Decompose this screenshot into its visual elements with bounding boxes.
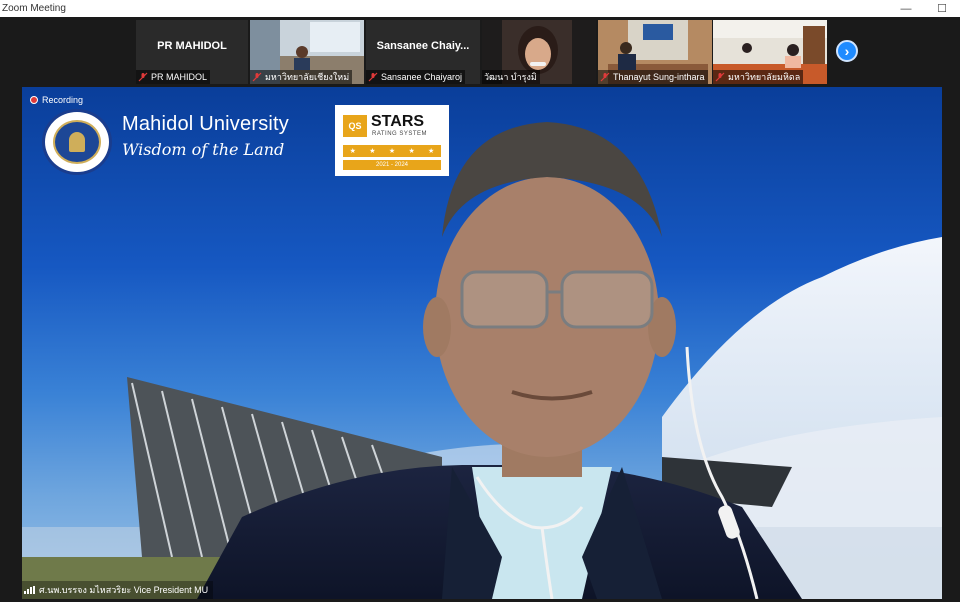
- signal-strength-icon: [24, 586, 35, 594]
- mic-muted-icon: [368, 72, 378, 82]
- university-motto: Wisdom of the Land: [122, 140, 285, 159]
- mic-muted-icon: [715, 72, 725, 82]
- participant-name-plate: PR MAHIDOL: [157, 40, 227, 52]
- star-icon: ★: [369, 148, 376, 155]
- university-name: Mahidol University: [122, 113, 289, 135]
- recording-indicator[interactable]: Recording: [30, 95, 83, 105]
- gallery-strip: PR MAHIDOL PR MAHIDOL มหาวิทยาลัยเชียงให…: [0, 17, 960, 85]
- star-icon: ★: [428, 148, 435, 155]
- virtual-background-branding: Mahidol University Wisdom of the Land: [42, 109, 289, 175]
- speaker-name-label: ศ.นพ.บรรจง มไหสวริยะ Vice President MU: [22, 581, 214, 599]
- participant-name-plate: Sansanee Chaiy...: [376, 40, 470, 52]
- recording-dot-icon: [30, 96, 38, 104]
- qs-title: STARS: [371, 113, 425, 130]
- participant-tile[interactable]: Sansanee Chaiy... Sansanee Chaiyaroj: [366, 20, 480, 84]
- participant-tile[interactable]: มหาวิทยาลัยมหิดล: [713, 20, 827, 84]
- star-icon: ★: [349, 148, 356, 155]
- qs-logo: QS: [343, 115, 367, 137]
- qs-years: 2021 - 2024: [343, 160, 441, 170]
- star-icon: ★: [388, 148, 396, 155]
- mic-muted-icon: [138, 72, 148, 82]
- window-titlebar: Zoom Meeting — ☐: [0, 0, 960, 17]
- participant-caption: PR MAHIDOL: [136, 70, 211, 84]
- window-title: Zoom Meeting: [2, 3, 66, 14]
- participant-tile[interactable]: PR MAHIDOL PR MAHIDOL: [136, 20, 248, 84]
- qs-star-rating: ★ ★ ★ ★ ★: [343, 145, 441, 157]
- mic-muted-icon: [252, 72, 262, 82]
- star-icon: ★: [408, 148, 415, 155]
- participant-caption: Thanayut Sung-inthara: [598, 70, 708, 84]
- active-speaker-video: Recording Mahidol University Wisdom of t…: [22, 87, 942, 599]
- participant-tile[interactable]: Thanayut Sung-inthara: [598, 20, 712, 84]
- maximize-icon[interactable]: ☐: [924, 0, 960, 17]
- qs-subtitle: RATING SYSTEM: [372, 131, 428, 137]
- participant-caption: มหาวิทยาลัยมหิดล: [713, 70, 804, 84]
- participant-tile[interactable]: วัฒนา บำรุงมิ: [482, 20, 596, 84]
- chevron-right-icon[interactable]: ›: [836, 40, 858, 62]
- university-seal-logo: [42, 109, 112, 175]
- minimize-icon[interactable]: —: [888, 0, 924, 17]
- participant-tile[interactable]: มหาวิทยาลัยเชียงใหม่: [250, 20, 364, 84]
- participant-caption: วัฒนา บำรุงมิ: [482, 70, 540, 84]
- participant-caption: Sansanee Chaiyaroj: [366, 70, 466, 84]
- qs-stars-badge: QS STARS RATING SYSTEM ★ ★ ★ ★ ★ 2021 - …: [335, 105, 449, 176]
- participant-caption: มหาวิทยาลัยเชียงใหม่: [250, 70, 353, 84]
- mic-muted-icon: [600, 72, 610, 82]
